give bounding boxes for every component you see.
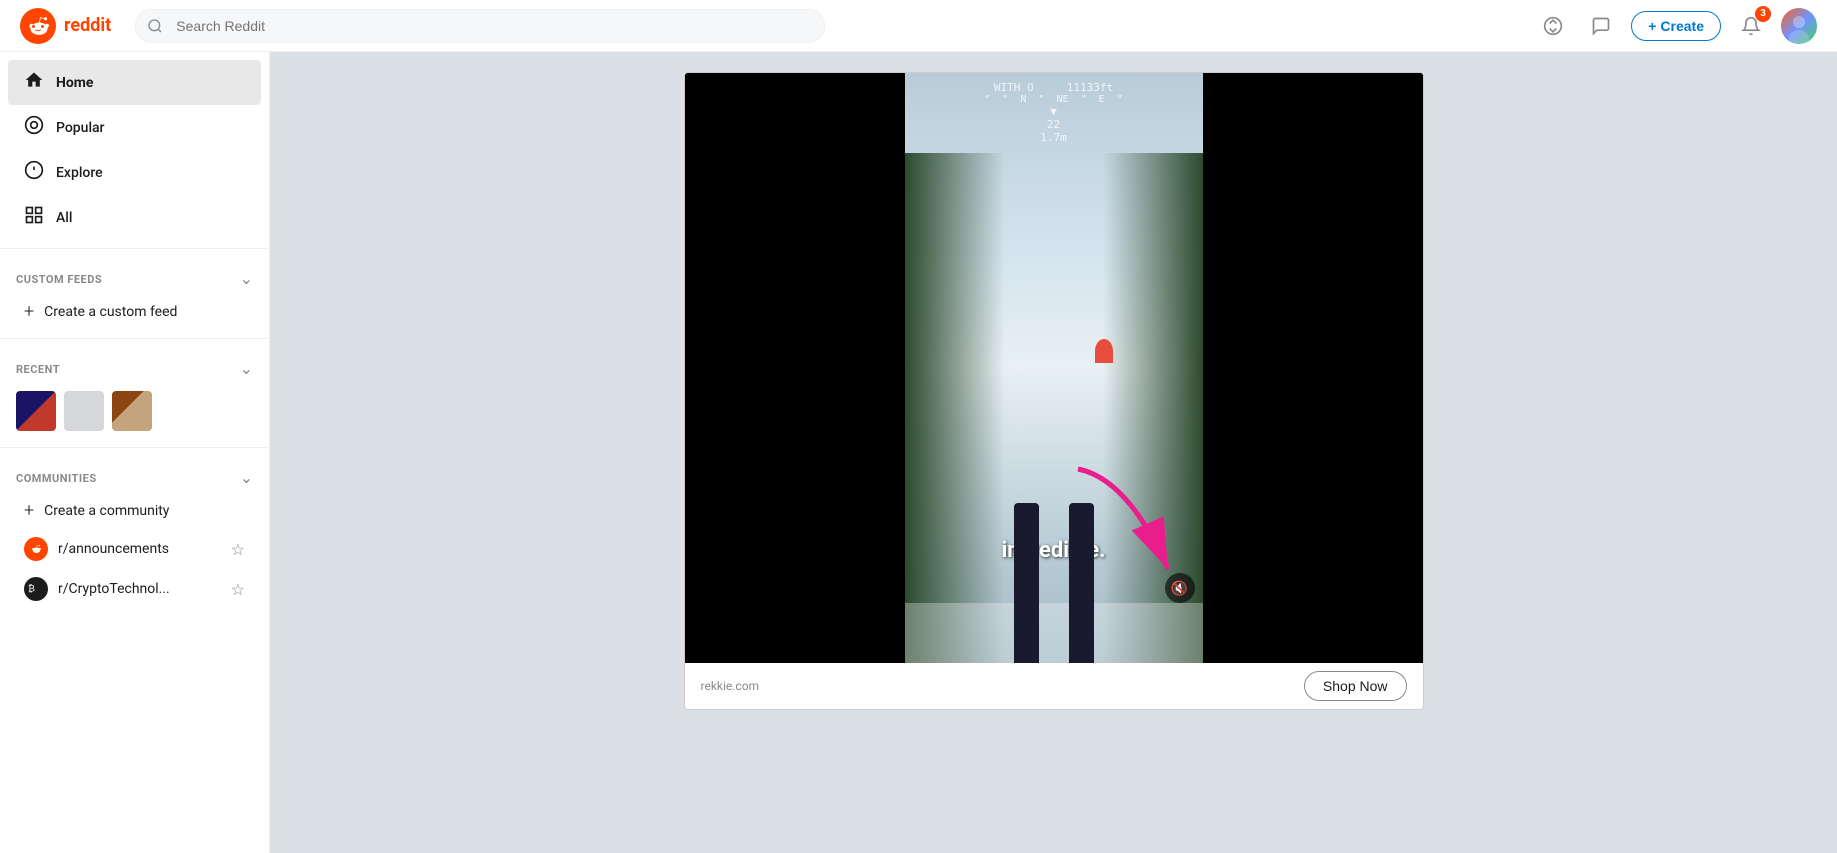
logo-text: reddit: [64, 15, 111, 36]
video-center: WITH O 11133ft " " N " NE " E " ▼ 22 1.7…: [905, 73, 1203, 663]
community-cryptotechnol-name: r/CryptoTechnol...: [58, 581, 221, 597]
divider-2: [0, 338, 269, 339]
explore-icon: [24, 160, 44, 185]
community-cryptotechnol-star[interactable]: ☆: [231, 580, 245, 599]
communities-header: COMMUNITIES ⌄: [0, 456, 269, 492]
sidebar-item-home-label: Home: [56, 75, 93, 91]
svg-text:₿: ₿: [28, 584, 35, 595]
divider-3: [0, 447, 269, 448]
home-icon: [24, 70, 44, 95]
avatar-icon: [1781, 8, 1817, 44]
create-button[interactable]: + Create: [1631, 11, 1721, 41]
sidebar-item-popular-label: Popular: [56, 120, 105, 136]
recent-label: RECENT: [16, 363, 60, 376]
sidebar-item-popular[interactable]: Popular: [8, 105, 261, 150]
nav-right: + Create 3: [1535, 8, 1817, 44]
chat-icon-btn[interactable]: [1583, 8, 1619, 44]
search-bar-container: [135, 9, 825, 43]
trees-left: [905, 153, 1005, 663]
hud-overlay: WITH O 11133ft " " N " NE " E " ▼ 22 1.7…: [905, 73, 1203, 152]
custom-feeds-header: CUSTOM FEEDS ⌄: [0, 257, 269, 293]
topnav: reddit + Create: [0, 0, 1837, 52]
communities-label: COMMUNITIES: [16, 472, 97, 485]
reddit-logo-icon: [20, 8, 56, 44]
recent-header: RECENT ⌄: [0, 347, 269, 383]
add-custom-feed-icon: +: [24, 301, 34, 322]
ski-tips: [1014, 503, 1094, 663]
recent-icon-2[interactable]: [64, 391, 104, 431]
community-announcements-star[interactable]: ☆: [231, 540, 245, 559]
video-background: WITH O 11133ft " " N " NE " E " ▼ 22 1.7…: [685, 73, 1423, 663]
custom-feeds-toggle[interactable]: ⌄: [240, 269, 253, 289]
community-item-cryptotechnol[interactable]: ₿ r/CryptoTechnol... ☆: [8, 569, 261, 609]
custom-feeds-label: CUSTOM FEEDS: [16, 273, 102, 286]
all-icon: [24, 205, 44, 230]
sidebar-item-home[interactable]: Home: [8, 60, 261, 105]
hud-compass: " " N " NE " E ": [913, 94, 1195, 105]
sidebar-item-explore-label: Explore: [56, 165, 103, 181]
skier: [1095, 339, 1113, 363]
community-announcements-name: r/announcements: [58, 541, 221, 557]
popular-icon: [24, 115, 44, 140]
create-custom-feed-item[interactable]: + Create a custom feed: [8, 293, 261, 330]
notification-badge: 3: [1755, 6, 1771, 22]
search-icon: [147, 18, 163, 34]
main-content: WITH O 11133ft " " N " NE " E " ▼ 22 1.7…: [270, 52, 1837, 853]
create-label: Create: [1660, 18, 1704, 34]
create-plus-icon: +: [1648, 18, 1656, 34]
mute-button[interactable]: 🔇: [1165, 573, 1195, 603]
mute-icon: 🔇: [1171, 580, 1188, 597]
create-community-label: Create a community: [44, 503, 169, 519]
ski-tip-left: [1014, 503, 1039, 663]
hud-number: 22: [913, 118, 1195, 131]
hud-text: WITH O 11133ft: [913, 81, 1195, 94]
sidebar: Home Popular Explore All CUSTOM FEEDS ⌄: [0, 52, 270, 853]
recent-toggle[interactable]: ⌄: [240, 359, 253, 379]
sidebar-item-explore[interactable]: Explore: [8, 150, 261, 195]
ski-tip-right: [1069, 503, 1094, 663]
create-custom-feed-label: Create a custom feed: [44, 304, 177, 320]
video-container: WITH O 11133ft " " N " NE " E " ▼ 22 1.7…: [685, 73, 1423, 663]
hud-distance: 1.7m: [913, 131, 1195, 144]
post-card: WITH O 11133ft " " N " NE " E " ▼ 22 1.7…: [684, 72, 1424, 710]
community-avatar-announcements: [24, 537, 48, 561]
communities-toggle[interactable]: ⌄: [240, 468, 253, 488]
divider-1: [0, 248, 269, 249]
create-community-item[interactable]: + Create a community: [8, 492, 261, 529]
search-input[interactable]: [135, 9, 825, 43]
post-source: rekkie.com: [701, 679, 760, 693]
logo-link[interactable]: reddit: [20, 8, 111, 44]
community-avatar-cryptotechnol: ₿: [24, 577, 48, 601]
community-item-announcements[interactable]: r/announcements ☆: [8, 529, 261, 569]
recent-icons-row: [0, 383, 269, 439]
notifications-button[interactable]: 3: [1733, 8, 1769, 44]
add-community-icon: +: [24, 500, 34, 521]
hud-triangle: ▼: [913, 105, 1195, 118]
recent-icon-1[interactable]: [16, 391, 56, 431]
chat-icon: [1591, 16, 1611, 36]
post-footer: rekkie.com Shop Now: [685, 663, 1423, 709]
video-right-black: [1203, 73, 1423, 663]
video-left-black: [685, 73, 905, 663]
awards-icon: [1543, 16, 1563, 36]
recent-icon-3[interactable]: [112, 391, 152, 431]
sidebar-item-all-label: All: [56, 210, 72, 226]
feed-container: WITH O 11133ft " " N " NE " E " ▼ 22 1.7…: [684, 72, 1424, 833]
page-layout: Home Popular Explore All CUSTOM FEEDS ⌄: [0, 52, 1837, 853]
sidebar-item-all[interactable]: All: [8, 195, 261, 240]
awards-icon-btn[interactable]: [1535, 8, 1571, 44]
user-avatar[interactable]: [1781, 8, 1817, 44]
shop-now-button[interactable]: Shop Now: [1304, 671, 1407, 701]
